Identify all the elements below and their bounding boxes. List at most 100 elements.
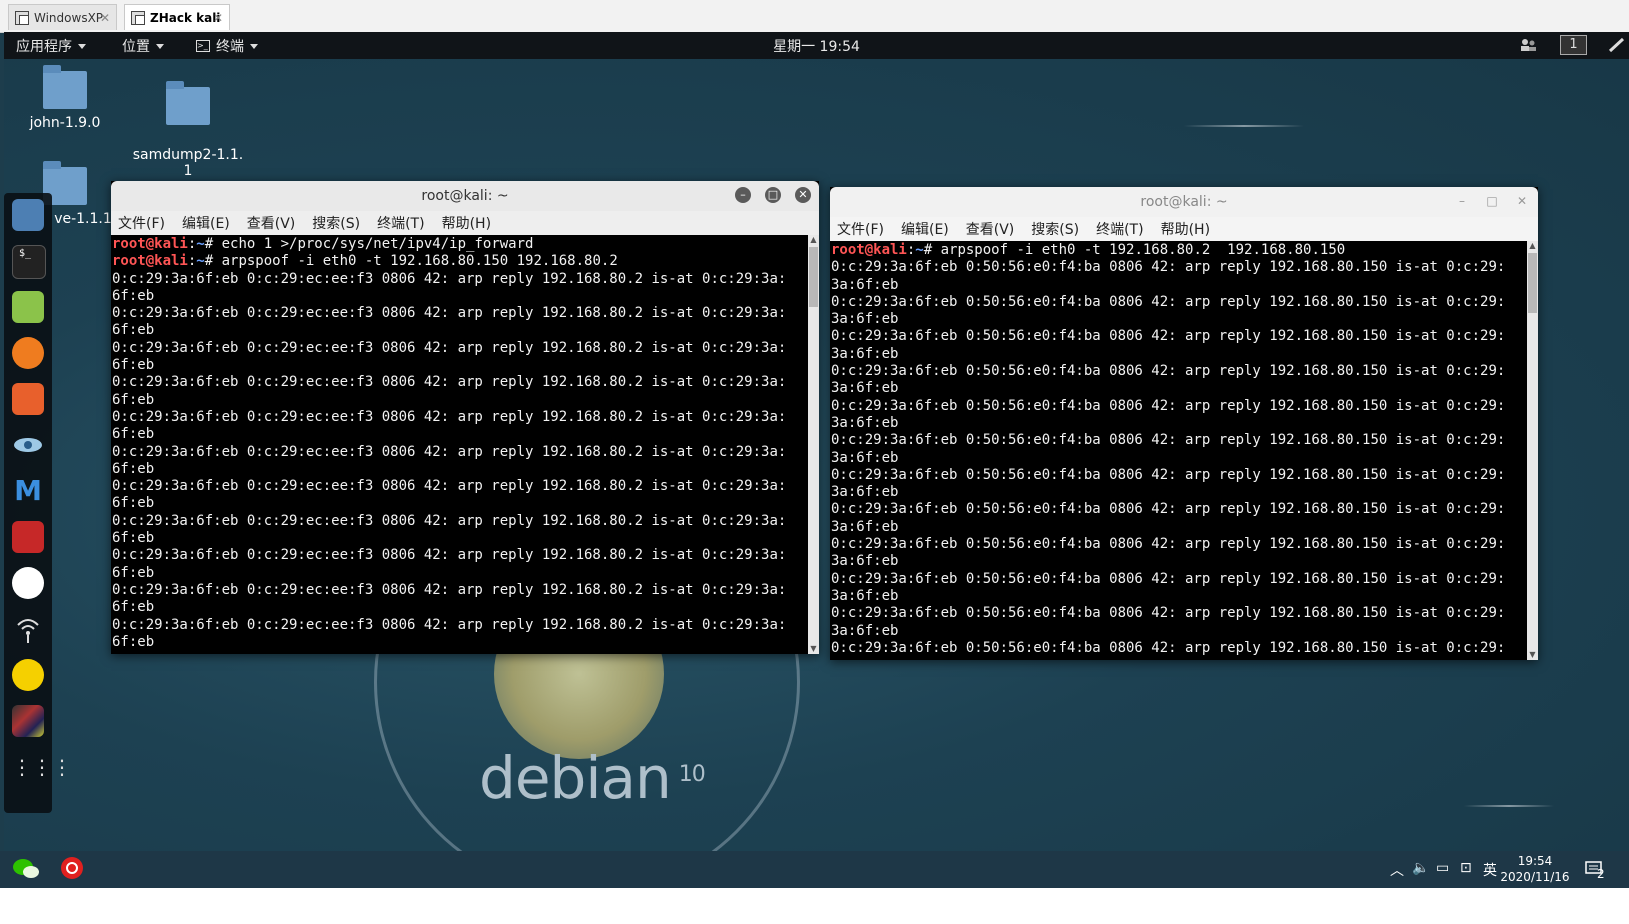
cherry-icon[interactable] [12,521,44,553]
metasploit-icon[interactable]: M [12,475,44,507]
terminal-window-right[interactable]: root@kali: ~ – □ ✕ 文件(F) 编辑(E) 查看(V) 搜索(… [830,187,1538,660]
command-line: root@kali:~# arpspoof -i eth0 -t 192.168… [831,242,1346,258]
menu-help[interactable]: 帮助(H) [442,213,491,233]
output-line: 3a:6f:eb [831,518,899,535]
files-icon[interactable] [12,199,44,231]
desktop-icon-samdump2[interactable]: samdump2-1.1. 1 [128,71,248,195]
menu-terminal[interactable]: 终端(T) [377,213,424,233]
scroll-up-icon[interactable]: ▲ [1527,241,1538,251]
taskbar-clock[interactable]: 19:54 2020/11/16 [1500,853,1570,885]
menu-edit[interactable]: 编辑(E) [901,219,949,239]
maltego-icon[interactable] [12,567,44,599]
wifi-icon[interactable] [12,613,44,645]
beef-icon[interactable] [12,659,44,691]
thumbnail-icon[interactable] [12,705,44,737]
terminal-title: root@kali: ~ [421,188,509,204]
host-tab-label: ZHack kali [150,10,221,25]
output-line: 0:c:29:3a:6f:eb 0:50:56:e0:f4:ba 0806 42… [831,397,1506,414]
bottom-strip [0,888,1629,924]
menu-view[interactable]: 查看(V) [966,219,1015,239]
terminal-titlebar[interactable]: root@kali: ~ – □ ✕ [111,181,819,211]
terminal-body[interactable]: root@kali:~# arpspoof -i eth0 -t 192.168… [830,241,1538,660]
scrollbar[interactable]: ▲ ▼ [1527,241,1538,660]
vm-icon [131,10,145,25]
notes-icon[interactable] [12,291,44,323]
terminal-window-left[interactable]: root@kali: ~ – □ ✕ 文件(F) 编辑(E) 查看(V) 搜索(… [111,181,819,654]
output-line: 3a:6f:eb [831,622,899,639]
close-icon[interactable]: ✕ [1514,193,1530,209]
menu-edit[interactable]: 编辑(E) [182,213,230,233]
menu-file[interactable]: 文件(F) [837,219,884,239]
output-line: 6f:eb [112,599,155,616]
battery-icon[interactable]: ▭ [1436,860,1449,876]
menu-help[interactable]: 帮助(H) [1161,219,1210,239]
terminal-menubar: 文件(F) 编辑(E) 查看(V) 搜索(S) 终端(T) 帮助(H) [830,217,1538,241]
scroll-up-icon[interactable]: ▲ [808,235,819,245]
firefox-icon[interactable] [12,337,44,369]
output-line: 6f:eb [112,460,155,477]
menu-view[interactable]: 查看(V) [247,213,296,233]
volume-icon[interactable]: 🔈 [1412,860,1429,876]
burpsuite-icon[interactable] [12,383,44,415]
wechat-icon[interactable] [4,851,48,891]
output-line: 3a:6f:eb [831,345,899,362]
output-line: 6f:eb [112,322,155,339]
terminal-titlebar[interactable]: root@kali: ~ – □ ✕ [830,187,1538,217]
debian-version: 10 [678,762,706,787]
menu-search[interactable]: 搜索(S) [1031,219,1079,239]
output-line: 3a:6f:eb [831,553,899,570]
output-line: 3a:6f:eb [831,380,899,397]
output-line: 0:c:29:3a:6f:eb 0:c:29:ec:ee:f3 0806 42:… [112,443,787,460]
menu-search[interactable]: 搜索(S) [312,213,360,233]
desktop-icon-label: john-1.9.0 [29,115,101,131]
minimize-icon[interactable]: – [735,187,751,203]
output-line: 3a:6f:eb [831,311,899,328]
scroll-thumb[interactable] [1528,253,1537,313]
workspace-indicator[interactable]: 1 [1560,35,1587,55]
output-line: 0:c:29:3a:6f:eb 0:c:29:ec:ee:f3 0806 42:… [112,616,787,633]
output-line: 0:c:29:3a:6f:eb 0:50:56:e0:f4:ba 0806 42… [831,570,1506,587]
netease-music-icon[interactable] [50,851,94,891]
host-tab-label: WindowsXP [34,10,104,25]
scroll-thumb[interactable] [809,247,818,307]
output-line: 3a:6f:eb [831,449,899,466]
notification-center-icon[interactable]: 2 [1585,859,1609,881]
ime-indicator[interactable]: 英 [1483,860,1497,880]
scrollbar[interactable]: ▲ ▼ [808,235,819,654]
minimize-icon[interactable]: – [1454,193,1470,209]
close-icon[interactable]: ✕ [100,11,110,25]
output-line: 6f:eb [112,633,155,650]
vm-icon [15,10,29,25]
output-line: 6f:eb [112,357,155,374]
chevron-up-icon[interactable]: ︿ [1390,860,1404,880]
terminal-icon[interactable]: $_ [12,245,46,279]
apps-grid-icon[interactable]: ⋮⋮⋮ [12,751,72,783]
maximize-icon[interactable]: □ [765,187,781,203]
menu-terminal[interactable]: 终端(T) [1096,219,1143,239]
output-line: 0:c:29:3a:6f:eb 0:50:56:e0:f4:ba 0806 42… [831,639,1506,656]
terminal-body[interactable]: root@kali:~# echo 1 >/proc/sys/net/ipv4/… [111,235,819,654]
network-icon[interactable]: ⊡ [1460,860,1472,876]
pen-icon[interactable] [1608,37,1626,53]
output-line: 6f:eb [112,495,155,512]
output-line: 6f:eb [112,530,155,547]
host-tab-zhack-kali[interactable]: ZHack kali ✕ [124,4,230,30]
scroll-down-icon[interactable]: ▼ [808,644,819,654]
debian-logo: debian 10 [479,744,706,812]
taskbar-date: 2020/11/16 [1500,870,1570,884]
host-tab-windowsxp[interactable]: WindowsXP ✕ [8,4,117,30]
output-line: 6f:eb [112,391,155,408]
maximize-icon[interactable]: □ [1484,193,1500,209]
menu-file[interactable]: 文件(F) [118,213,165,233]
eye-icon[interactable] [12,429,44,461]
output-line: 0:c:29:3a:6f:eb 0:c:29:ec:ee:f3 0806 42:… [112,339,787,356]
scroll-down-icon[interactable]: ▼ [1527,650,1538,660]
people-icon[interactable] [1519,38,1537,52]
panel-clock[interactable]: 星期一 19:54 [4,36,1629,56]
close-icon[interactable]: ✕ [213,11,223,25]
close-icon[interactable]: ✕ [795,187,811,203]
wallpaper-streak [1184,125,1304,127]
output-line: 3a:6f:eb [831,276,899,293]
host-tab-bar: WindowsXP ✕ ZHack kali ✕ [0,0,1629,33]
desktop-icon-john[interactable]: john-1.9.0 [5,65,125,131]
